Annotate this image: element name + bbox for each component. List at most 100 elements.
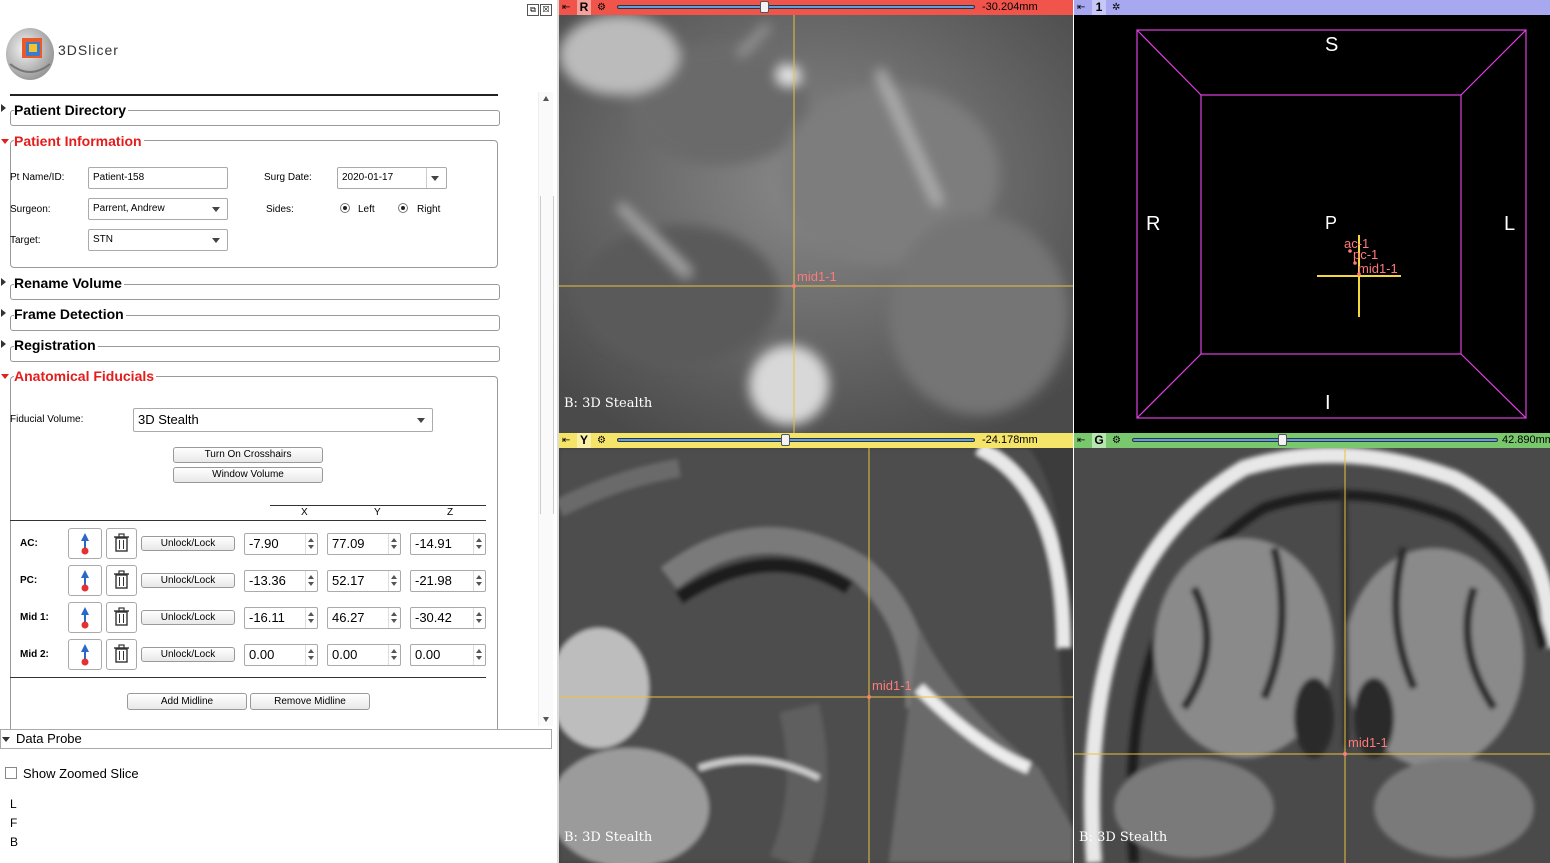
scrollbar-thumb[interactable]: [540, 196, 554, 514]
expand-arrow-icon[interactable]: [1, 104, 6, 112]
section-data-probe[interactable]: Data Probe: [16, 731, 82, 746]
float-window-icon[interactable]: ⧉: [527, 4, 539, 16]
fiducial-y-spinbox[interactable]: 0.00: [327, 644, 401, 666]
link-icon[interactable]: ⚙: [597, 2, 606, 13]
green-slice-view[interactable]: ⇤ G ⚙ 42.890mm mid1-1 B: 3D Stealth: [1073, 433, 1550, 863]
settings-icon[interactable]: ✲: [1112, 2, 1120, 13]
fiducial-volume-select[interactable]: 3D Stealth: [133, 408, 433, 432]
spin-arrows-icon[interactable]: [388, 608, 400, 628]
fiducial-row-label: Mid 2:: [20, 649, 49, 660]
fiducial-row-label: AC:: [20, 538, 38, 549]
unlock-lock-button[interactable]: Unlock/Lock: [141, 610, 235, 625]
offset-slider[interactable]: [1132, 438, 1498, 442]
pt-name-input[interactable]: Patient-158: [88, 167, 228, 189]
collapse-arrow-icon[interactable]: [1, 374, 9, 379]
turn-on-crosshairs-button[interactable]: Turn On Crosshairs: [173, 447, 323, 463]
fiducial-z-value: 0.00: [415, 647, 441, 662]
target-select[interactable]: STN: [88, 229, 228, 251]
side-left-label[interactable]: Left: [358, 204, 375, 215]
collapse-arrow-icon[interactable]: [1, 139, 9, 144]
chevron-down-icon[interactable]: [212, 238, 220, 243]
unlock-lock-button[interactable]: Unlock/Lock: [141, 647, 235, 662]
probe-line-l: L: [10, 797, 17, 811]
spin-arrows-icon[interactable]: [473, 534, 485, 554]
add-midline-button[interactable]: Add Midline: [127, 693, 247, 710]
pin-icon[interactable]: ⇤: [1077, 435, 1085, 446]
fiducial-x-spinbox[interactable]: 0.00: [244, 644, 318, 666]
spin-arrows-icon[interactable]: [388, 534, 400, 554]
spin-arrows-icon[interactable]: [388, 645, 400, 665]
surgeon-select[interactable]: Parrent, Andrew: [88, 198, 228, 220]
chevron-down-icon[interactable]: [212, 207, 220, 212]
expand-arrow-icon[interactable]: [1, 278, 6, 286]
spin-arrows-icon[interactable]: [305, 534, 317, 554]
delete-fiducial-button[interactable]: [106, 639, 137, 670]
section-anatomical-fiducials[interactable]: Anatomical Fiducials: [14, 368, 157, 384]
scrollbar[interactable]: [538, 92, 554, 726]
show-zoomed-checkbox[interactable]: [5, 767, 17, 779]
fiducial-z-spinbox[interactable]: 0.00: [410, 644, 486, 666]
fiducial-z-spinbox[interactable]: -14.91: [410, 533, 486, 555]
section-patient-directory[interactable]: Patient Directory: [14, 102, 129, 118]
section-patient-information[interactable]: Patient Information: [14, 133, 144, 149]
pin-icon[interactable]: ⇤: [562, 435, 570, 446]
spin-arrows-icon[interactable]: [473, 645, 485, 665]
view-letter: Y: [577, 433, 591, 448]
expand-arrow-icon[interactable]: [1, 309, 6, 317]
show-zoomed-label[interactable]: Show Zoomed Slice: [23, 766, 139, 781]
window-volume-button[interactable]: Window Volume: [173, 467, 323, 483]
collapse-arrow-icon[interactable]: [2, 737, 10, 742]
chevron-down-icon[interactable]: [417, 418, 425, 423]
offset-slider[interactable]: [617, 5, 975, 9]
fiducial-y-spinbox[interactable]: 46.27: [327, 607, 401, 629]
offset-slider-thumb[interactable]: [781, 434, 791, 446]
pin-icon[interactable]: ⇤: [1077, 2, 1085, 13]
section-rename-volume[interactable]: Rename Volume: [14, 275, 124, 291]
unlock-lock-button[interactable]: Unlock/Lock: [141, 573, 235, 588]
expand-arrow-icon[interactable]: [1, 340, 6, 348]
spin-arrows-icon[interactable]: [473, 608, 485, 628]
side-right-label[interactable]: Right: [417, 204, 440, 215]
place-fiducial-button[interactable]: [68, 602, 102, 633]
section-frame-detection[interactable]: Frame Detection: [14, 306, 126, 322]
delete-fiducial-button[interactable]: [106, 528, 137, 559]
chevron-down-icon[interactable]: [431, 176, 439, 181]
red-slice-view[interactable]: ⇤ R ⚙ -30.204mm mid1-1 B: 3D Stealth: [559, 0, 1073, 433]
fiducial-x-spinbox[interactable]: -7.90: [244, 533, 318, 555]
delete-fiducial-button[interactable]: [106, 602, 137, 633]
fiducial-z-spinbox[interactable]: -21.98: [410, 570, 486, 592]
threed-view[interactable]: ⇤ 1 ✲ S I R L P ac-1 pc-1 mid1-1: [1073, 0, 1550, 433]
offset-slider-thumb[interactable]: [1278, 434, 1288, 446]
fiducial-x-spinbox[interactable]: -13.36: [244, 570, 318, 592]
spin-arrows-icon[interactable]: [305, 571, 317, 591]
link-icon[interactable]: ⚙: [1112, 435, 1121, 446]
pin-icon[interactable]: ⇤: [562, 2, 570, 13]
spin-arrows-icon[interactable]: [305, 645, 317, 665]
fiducial-x-spinbox[interactable]: -16.11: [244, 607, 318, 629]
fiducial-y-spinbox[interactable]: 77.09: [327, 533, 401, 555]
fiducial-z-spinbox[interactable]: -30.42: [410, 607, 486, 629]
unlock-lock-button[interactable]: Unlock/Lock: [141, 536, 235, 551]
spin-arrows-icon[interactable]: [388, 571, 400, 591]
side-left-radio[interactable]: [340, 203, 350, 213]
yellow-slice-view[interactable]: ⇤ Y ⚙ -24.178mm mid1-1 B: 3D Stealth: [559, 433, 1073, 863]
fiducial-y-spinbox[interactable]: 52.17: [327, 570, 401, 592]
scroll-up-icon[interactable]: [543, 96, 549, 101]
offset-slider[interactable]: [617, 438, 975, 442]
remove-midline-button[interactable]: Remove Midline: [250, 693, 370, 710]
spin-arrows-icon[interactable]: [305, 608, 317, 628]
side-right-radio[interactable]: [398, 203, 408, 213]
delete-fiducial-button[interactable]: [106, 565, 137, 596]
spin-arrows-icon[interactable]: [473, 571, 485, 591]
fiducial-y-value: 77.09: [332, 536, 365, 551]
close-window-icon[interactable]: ☒: [540, 4, 552, 16]
offset-slider-thumb[interactable]: [759, 1, 769, 13]
link-icon[interactable]: ⚙: [597, 435, 606, 446]
place-fiducial-button[interactable]: [68, 565, 102, 596]
scroll-down-icon[interactable]: [543, 717, 549, 722]
data-probe-header[interactable]: [0, 729, 552, 749]
fiducial-y-value: 52.17: [332, 573, 365, 588]
place-fiducial-button[interactable]: [68, 528, 102, 559]
section-registration[interactable]: Registration: [14, 337, 98, 353]
place-fiducial-button[interactable]: [68, 639, 102, 670]
